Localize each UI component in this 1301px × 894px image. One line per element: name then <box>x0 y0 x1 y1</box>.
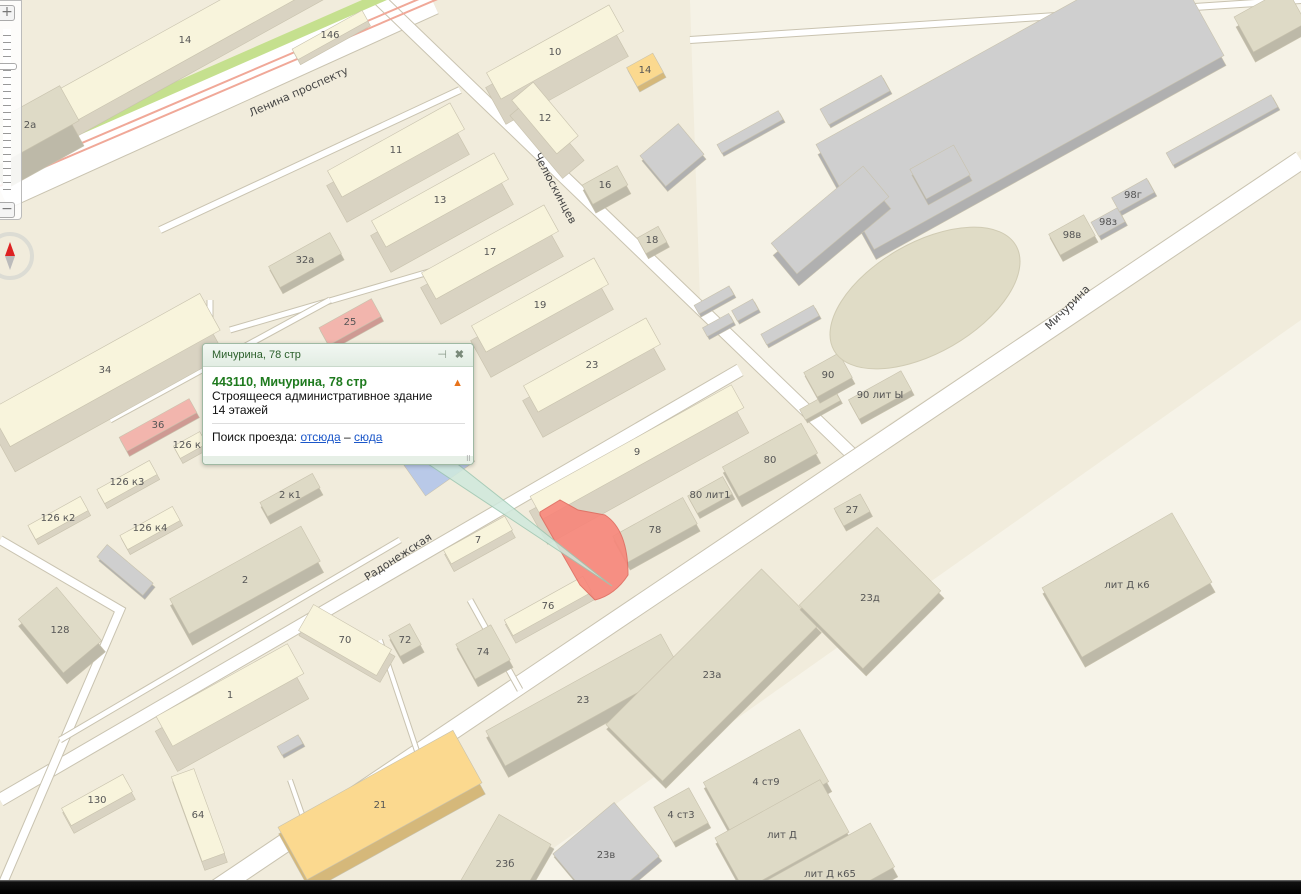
building-number-label: 4 ст9 <box>752 777 779 788</box>
building[interactable]: 126 к3 <box>96 460 161 509</box>
building-number-label: 36 <box>152 420 165 431</box>
popup-floors: 14 этажей <box>212 403 268 417</box>
building-number-label: 98г <box>1124 190 1142 201</box>
zoom-control: + − <box>0 0 22 220</box>
building-number-label: 25 <box>344 317 357 328</box>
pin-icon[interactable]: ⊣ <box>437 344 447 366</box>
building-number-label: 9 <box>634 447 640 458</box>
building-number-label: лит Д к65 <box>804 869 856 880</box>
building-number-label: 76 <box>542 601 555 612</box>
building-number-label: 90 <box>822 370 835 381</box>
resize-grip-icon[interactable]: ⠿ <box>466 456 471 464</box>
building[interactable]: 70 <box>298 604 396 683</box>
route-label: Поиск проезда: <box>212 430 298 444</box>
building-number-label: 32а <box>296 255 315 266</box>
balloon-popup: Мичурина, 78 стр ⊣ ✖ ▲ 443110, Мичурина,… <box>202 343 474 465</box>
building-number-label: 1 <box>227 690 233 701</box>
popup-header: Мичурина, 78 стр ⊣ ✖ <box>203 344 473 367</box>
building-number-label: 17 <box>484 247 497 258</box>
building-number-label: 23а <box>703 670 722 681</box>
close-icon[interactable]: ✖ <box>455 344 464 366</box>
building-number-label: 23в <box>597 850 616 861</box>
building-number-label: 23д <box>860 593 880 604</box>
compass-south-needle <box>5 256 15 270</box>
building-number-label: 98в <box>1063 230 1082 241</box>
building-number-label: 126 к3 <box>110 477 145 488</box>
building-number-label: 23 <box>577 695 590 706</box>
building[interactable] <box>96 544 156 600</box>
building[interactable]: 27 <box>833 493 873 532</box>
popup-title: 443110, Мичурина, 78 стр <box>212 375 367 389</box>
building[interactable]: 126 к2 <box>27 496 92 545</box>
building-number-label: лит Д <box>767 830 797 841</box>
building-number-label: 126 к2 <box>41 513 76 524</box>
building-number-label: 72 <box>399 635 412 646</box>
route-dash: – <box>343 430 351 444</box>
building-number-label: 2 к1 <box>279 490 301 501</box>
highlight-shape <box>539 499 629 601</box>
popup-header-title: Мичурина, 78 стр <box>212 349 301 361</box>
building-number-label: 19 <box>534 300 547 311</box>
route-to-link[interactable]: сюда <box>354 430 382 444</box>
warning-icon[interactable]: ▲ <box>452 377 463 389</box>
building[interactable]: 130 <box>61 773 136 834</box>
building-number-label: 34 <box>99 365 112 376</box>
building[interactable]: 21 <box>277 729 486 892</box>
building-number-label: 13 <box>434 195 447 206</box>
building-number-label: 126 к4 <box>133 523 168 534</box>
building[interactable]: 74 <box>455 624 514 688</box>
building-roof <box>96 544 154 596</box>
building-number-label: 27 <box>846 505 859 516</box>
building-number-label: 10 <box>549 47 562 58</box>
building-number-label: 16 <box>599 180 612 191</box>
building-number-label: 74 <box>477 647 490 658</box>
building-number-label: 23б <box>496 859 515 870</box>
building-number-label: 11 <box>390 145 403 156</box>
building-number-label: 21 <box>374 800 387 811</box>
building-number-label: 130 <box>87 795 106 806</box>
building-number-label: 146 <box>320 30 339 41</box>
building-number-label: 98з <box>1099 217 1117 228</box>
building[interactable]: 80 лит1 <box>687 476 736 519</box>
building-number-label: 23 <box>586 360 599 371</box>
zoom-in-button[interactable]: + <box>0 5 15 21</box>
route-search: Поиск проезда: отсюда – сюда <box>212 430 465 444</box>
building-number-label: 18 <box>646 235 659 246</box>
building[interactable]: 14 <box>626 52 667 93</box>
map-canvas[interactable]: 14 1462а11131719231012161832а253436126 к1… <box>0 0 1301 894</box>
building-number-label: 64 <box>192 810 205 821</box>
building-number-label: 78 <box>649 525 662 536</box>
taskbar <box>0 880 1301 894</box>
zoom-out-button[interactable]: − <box>0 202 15 218</box>
building-number-label: 14 <box>179 35 192 46</box>
building-number-label: 14 <box>639 65 652 76</box>
building-number-label: 4 ст3 <box>667 810 694 821</box>
building-number-label: 2а <box>24 120 37 131</box>
route-from-link[interactable]: отсюда <box>300 430 340 444</box>
building-number-label: 90 лит Ы <box>857 390 904 401</box>
building[interactable]: 2 к1 <box>259 473 324 525</box>
building-number-label: 128 <box>50 625 69 636</box>
popup-divider <box>212 423 465 424</box>
building-number-label: 2 <box>242 575 248 586</box>
compass-north-needle <box>5 242 15 256</box>
building-roof <box>639 123 705 187</box>
building-number-label: 70 <box>339 635 352 646</box>
building-number-label: лит Д к6 <box>1104 580 1149 591</box>
building[interactable]: 32а <box>268 232 345 295</box>
building-number-label: 80 лит1 <box>690 490 731 501</box>
building[interactable]: 10 <box>485 4 629 125</box>
zoom-slider-thumb[interactable] <box>0 63 17 70</box>
selected-building-highlight[interactable] <box>539 499 629 601</box>
popup-description: Строящееся административное здание <box>212 389 433 403</box>
building[interactable]: 64 <box>170 768 228 871</box>
building[interactable]: 126 к4 <box>119 506 184 555</box>
building[interactable] <box>276 734 306 759</box>
building-number-label: 12 <box>539 113 552 124</box>
popup-footer: ⠿ <box>203 456 473 464</box>
building-number-label: 80 <box>764 455 777 466</box>
zoom-slider-track[interactable] <box>3 29 11 194</box>
building-number-label: 7 <box>475 535 481 546</box>
